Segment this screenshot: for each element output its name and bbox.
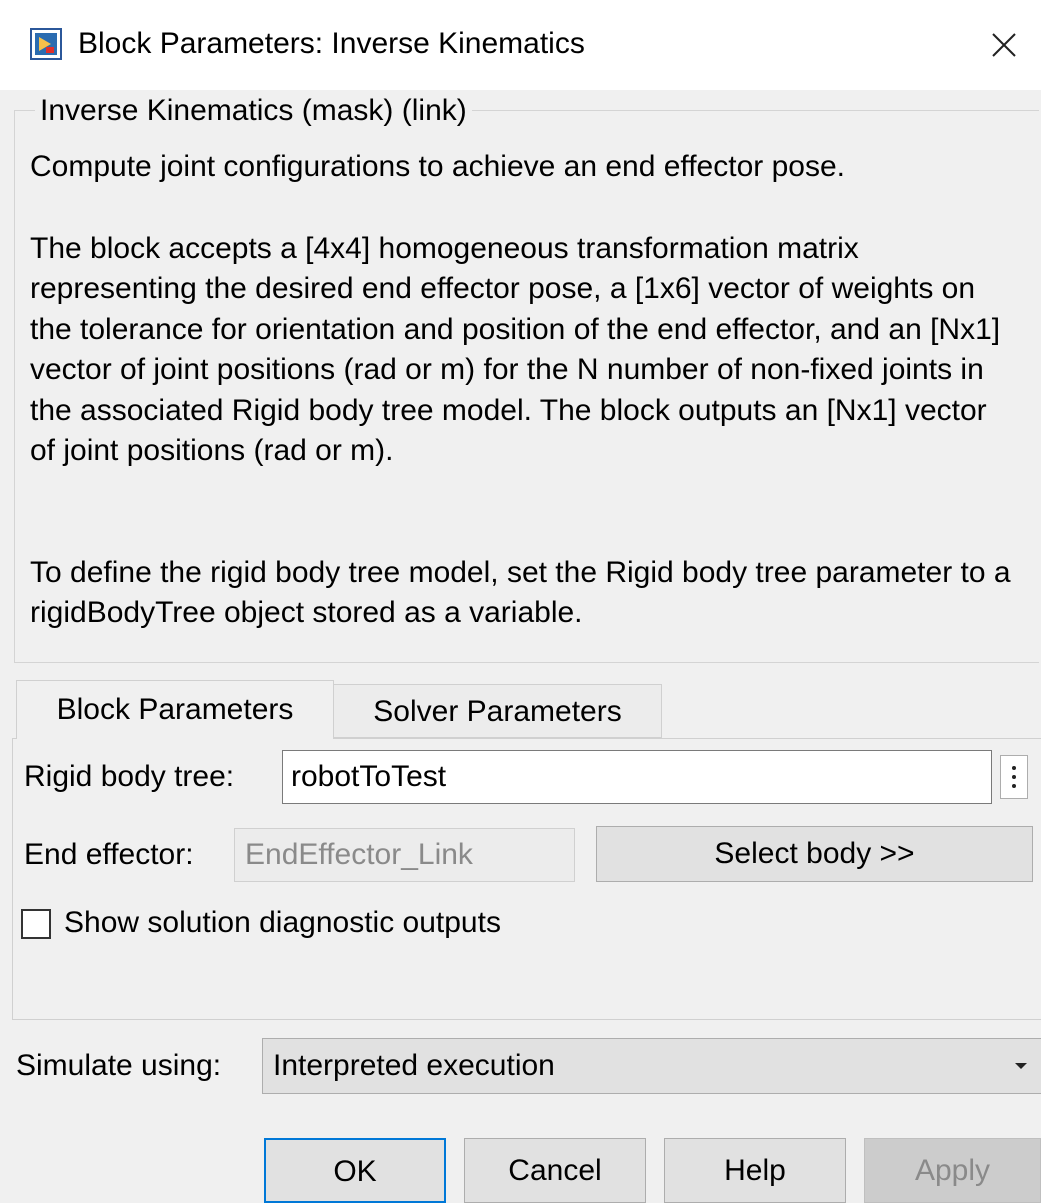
- end-effector-label: End effector:: [24, 838, 194, 871]
- help-button[interactable]: Help: [664, 1138, 846, 1203]
- rigid-body-tree-input[interactable]: robotToTest: [282, 750, 992, 804]
- apply-button[interactable]: Apply: [864, 1138, 1041, 1203]
- description-instructions: To define the rigid body tree model, set…: [30, 556, 1011, 630]
- rigid-body-tree-label: Rigid body tree:: [24, 760, 235, 793]
- close-button[interactable]: [981, 20, 1027, 70]
- close-icon: [992, 33, 1016, 57]
- block-heading: Inverse Kinematics (mask) (link): [35, 95, 472, 127]
- vertical-ellipsis-icon: [1012, 766, 1016, 770]
- show-diagnostics-checkbox[interactable]: [21, 909, 51, 939]
- description-group: Inverse Kinematics (mask) (link) Compute…: [14, 95, 1039, 663]
- title-bar: Block Parameters: Inverse Kinematics: [0, 0, 1041, 90]
- simulate-using-dropdown[interactable]: Interpreted execution: [262, 1038, 1041, 1094]
- window-title: Block Parameters: Inverse Kinematics: [78, 27, 585, 60]
- cancel-button[interactable]: Cancel: [464, 1138, 646, 1203]
- simulink-block-icon: [30, 28, 62, 60]
- select-body-button[interactable]: Select body >>: [596, 826, 1033, 882]
- tab-solver-parameters[interactable]: Solver Parameters: [334, 684, 662, 738]
- description-summary: Compute joint configurations to achieve …: [30, 150, 845, 183]
- end-effector-field: EndEffector_Link: [234, 828, 575, 882]
- vertical-ellipsis-dot: [1012, 784, 1016, 788]
- dropdown-arrow-icon: [1015, 1063, 1027, 1069]
- vertical-ellipsis-dot: [1012, 775, 1016, 779]
- description-details: The block accepts a [4x4] homogeneous tr…: [30, 232, 1001, 468]
- simulate-using-value: Interpreted execution: [273, 1049, 555, 1082]
- block-parameters-dialog: Block Parameters: Inverse Kinematics Inv…: [0, 0, 1041, 1203]
- rigid-body-tree-menu-button[interactable]: [1000, 755, 1028, 799]
- ok-button[interactable]: OK: [264, 1138, 446, 1203]
- tab-block-parameters[interactable]: Block Parameters: [16, 680, 334, 739]
- show-diagnostics-label[interactable]: Show solution diagnostic outputs: [64, 905, 501, 941]
- simulate-using-label: Simulate using:: [16, 1049, 222, 1082]
